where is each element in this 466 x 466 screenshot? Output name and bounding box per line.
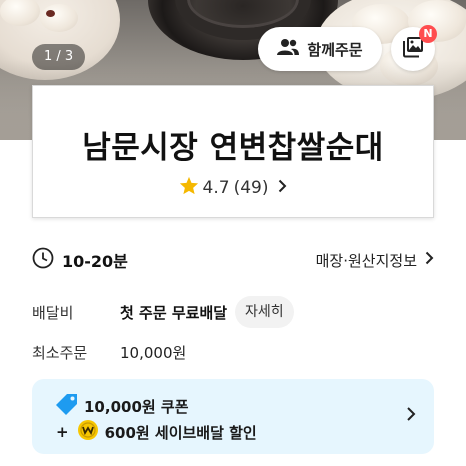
min-order-value: 10,000원: [120, 343, 187, 362]
save-delivery-text: 600원 세이브배달 할인: [104, 423, 257, 442]
bean: [46, 10, 55, 17]
delivery-fee-value: 첫 주문 무료배달: [120, 303, 228, 322]
review-count: (49): [233, 178, 269, 198]
rating-link[interactable]: 4.7 (49): [33, 176, 433, 200]
rating-value: 4.7: [202, 178, 230, 198]
min-order-label: 최소주문: [32, 343, 88, 362]
delivery-time: 10-20분: [62, 252, 128, 271]
store-origin-info-label: 매장·원산지정보: [315, 251, 417, 270]
clock-icon: [32, 247, 54, 273]
coupon-tag-icon: [56, 393, 78, 419]
coupon-banner[interactable]: 10,000원 쿠폰 + 600원 세이브배달 할인: [32, 379, 434, 454]
star-icon: [179, 176, 199, 200]
plus-sign: +: [56, 423, 69, 441]
coupon-line-1: 10,000원 쿠폰: [56, 393, 189, 419]
image-pager: 1 / 3: [32, 44, 86, 70]
together-order-button[interactable]: 함께주문: [258, 27, 382, 71]
store-title-card: 남문시장 연변찹쌀순대 4.7 (49): [32, 85, 434, 218]
fee-detail-button[interactable]: 자세히: [235, 296, 294, 328]
save-delivery-coin-icon: [77, 419, 99, 445]
new-badge: N: [419, 25, 437, 43]
store-name: 남문시장 연변찹쌀순대: [82, 130, 384, 166]
delivery-fee-row: 배달비 첫 주문 무료배달 자세히: [32, 296, 294, 328]
coupon-line-2: + 600원 세이브배달 할인: [56, 419, 257, 445]
chevron-right-icon: [425, 251, 434, 269]
delivery-fee-label: 배달비: [32, 303, 74, 322]
chevron-right-icon: [278, 178, 287, 198]
together-order-label: 함께주문: [307, 40, 363, 59]
min-order-row: 최소주문 10,000원: [32, 340, 186, 364]
delivery-time-row: 10-20분 매장·원산지정보: [32, 247, 434, 273]
coupon-text: 10,000원 쿠폰: [84, 397, 189, 416]
chevron-right-icon: [406, 406, 416, 426]
store-origin-info-link[interactable]: 매장·원산지정보: [316, 250, 434, 271]
photo-review-button[interactable]: N: [391, 25, 437, 71]
group-icon: [277, 38, 300, 60]
dumpling: [40, 4, 78, 32]
